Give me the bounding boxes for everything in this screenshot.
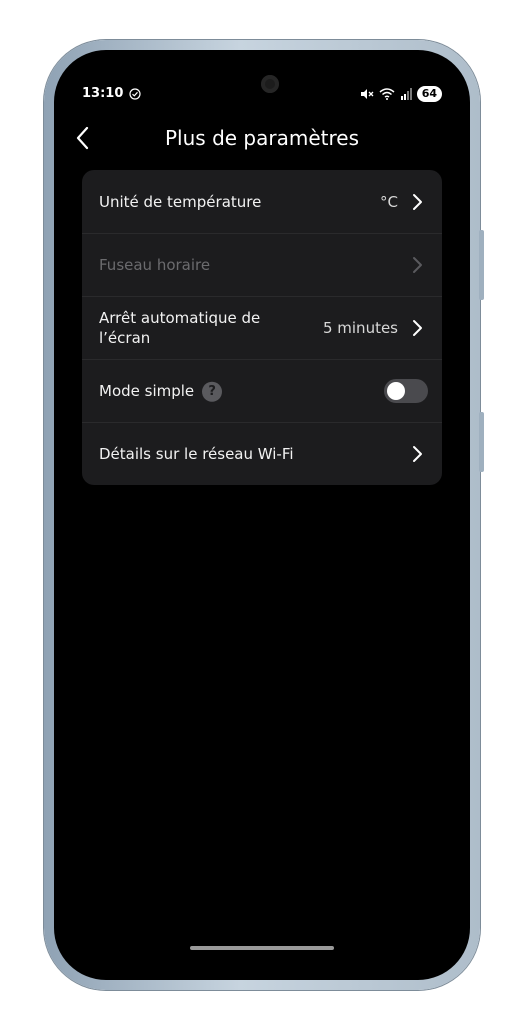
home-indicator[interactable]	[190, 946, 334, 950]
setting-temperature-unit[interactable]: Unité de température °C	[82, 170, 442, 233]
status-bar: 13:10 64	[82, 86, 442, 106]
setting-time-zone: Fuseau horaire	[82, 233, 442, 296]
setting-wifi-details[interactable]: Détails sur le réseau Wi-Fi	[82, 422, 442, 485]
status-time: 13:10	[82, 86, 124, 101]
setting-label: Unité de température	[99, 192, 262, 211]
chevron-right-icon	[413, 257, 422, 273]
setting-label: Fuseau horaire	[99, 256, 211, 274]
header: Plus de paramètres	[54, 118, 470, 158]
power-button	[479, 412, 484, 472]
help-icon[interactable]: ?	[202, 381, 223, 402]
wifi-icon	[379, 88, 395, 100]
setting-screen-timeout[interactable]: Arrêt automatique de l’écran 5 minutes	[82, 296, 442, 359]
setting-label: Mode simple	[99, 381, 195, 400]
volume-button	[479, 230, 484, 300]
simple-mode-toggle[interactable]	[384, 379, 428, 403]
chevron-left-icon[interactable]	[72, 124, 96, 152]
status-left: 13:10	[82, 86, 141, 101]
page-title: Plus de paramètres	[165, 126, 359, 150]
chevron-right-icon	[413, 446, 422, 462]
phone-frame: 13:10 64 Plus de paramètres Unité de tem…	[44, 40, 484, 990]
setting-value: °C	[380, 192, 398, 211]
check-circle-icon	[129, 87, 141, 100]
setting-label: Arrêt automatique de l’écran	[99, 309, 261, 347]
setting-label: Détails sur le réseau Wi-Fi	[99, 445, 294, 463]
settings-card: Unité de température °C Fuseau horaire A…	[82, 170, 442, 485]
chevron-right-icon	[413, 320, 422, 336]
screen: 13:10 64 Plus de paramètres Unité de tem…	[54, 50, 470, 980]
chevron-right-icon	[413, 193, 422, 210]
signal-icon	[400, 88, 412, 100]
mute-icon	[360, 89, 374, 99]
setting-value: 5 minutes	[322, 319, 398, 337]
status-right: 64	[360, 86, 442, 102]
toggle-knob	[387, 382, 405, 400]
setting-label-wrap: Mode simple?	[99, 381, 223, 402]
battery-badge: 64	[416, 86, 442, 102]
setting-simple-mode: Mode simple?	[82, 359, 442, 422]
